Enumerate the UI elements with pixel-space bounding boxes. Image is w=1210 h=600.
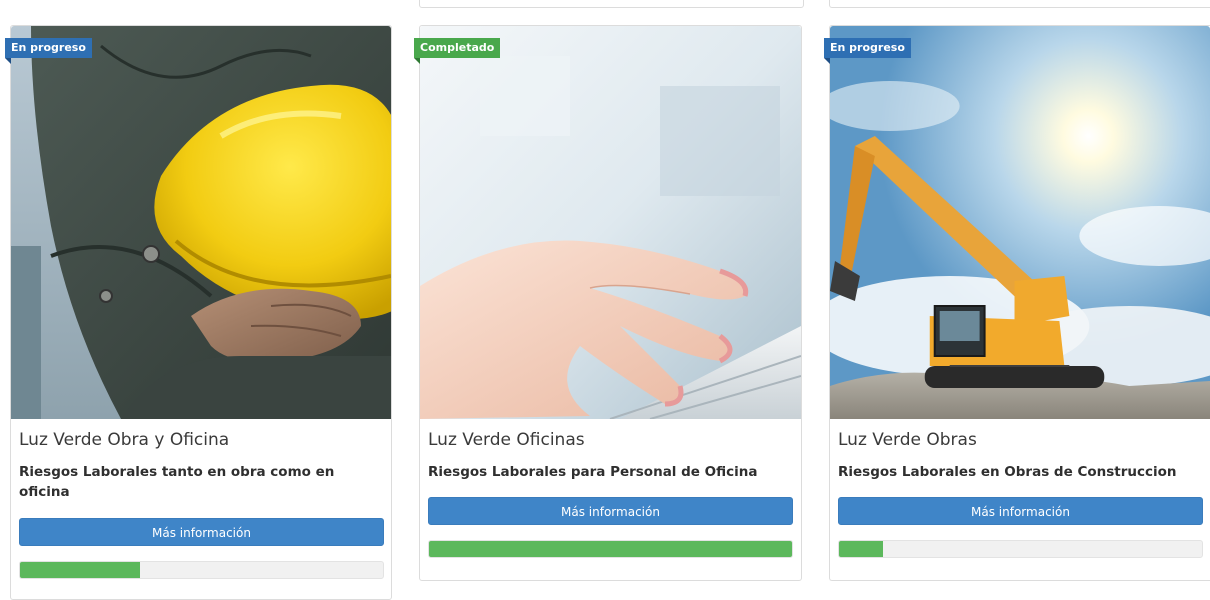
more-info-button[interactable]: Más información [428, 497, 793, 525]
progress-fill [839, 541, 883, 557]
status-badge: Completado [414, 38, 501, 64]
course-subtitle: Riesgos Laborales para Personal de Ofici… [428, 464, 758, 480]
course-title: Luz Verde Obra y Oficina [19, 430, 230, 450]
more-info-button[interactable]: Más información [838, 497, 1203, 525]
progress-fill [429, 541, 792, 557]
more-info-button[interactable]: Más información [19, 518, 384, 546]
status-badge: En progreso [824, 38, 911, 64]
course-title: Luz Verde Oficinas [428, 430, 585, 450]
course-subtitle: Riesgos Laborales en Obras de Construcci… [838, 464, 1177, 480]
course-image-worker-hard-hat[interactable] [11, 26, 391, 419]
course-title: Luz Verde Obras [838, 430, 977, 450]
course-subtitle: Riesgos Laborales tanto en obra como en … [19, 464, 335, 500]
previous-card-bottom [829, 0, 1210, 8]
course-card: En progreso Luz Verde Obra y Oficina Rie… [5, 25, 392, 600]
course-image-typing-hand[interactable] [420, 26, 801, 419]
status-badge: En progreso [5, 38, 92, 64]
previous-card-bottom [419, 0, 804, 8]
course-image-excavator[interactable] [830, 26, 1210, 419]
progress-bar [19, 561, 384, 579]
progress-fill [20, 562, 140, 578]
progress-bar [428, 540, 793, 558]
course-card: Completado Luz Verde Oficinas Riesgos La… [414, 25, 802, 581]
course-card: En progreso Luz Verde Obras Riesgos Labo… [824, 25, 1210, 581]
progress-bar [838, 540, 1203, 558]
